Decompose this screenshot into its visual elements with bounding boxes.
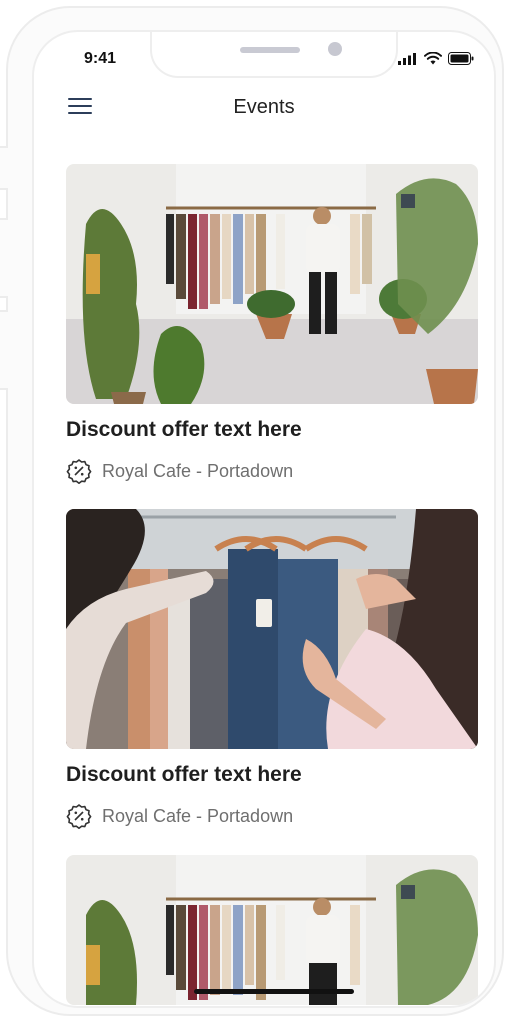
event-location: Royal Cafe - Portadown [66, 803, 478, 829]
event-location: Royal Cafe - Portadown [66, 458, 478, 484]
event-image[interactable] [66, 855, 478, 1005]
event-location-label: Royal Cafe - Portadown [102, 460, 294, 481]
discount-badge-icon [66, 804, 92, 829]
speaker [240, 47, 300, 53]
signal-icon [398, 52, 416, 65]
mute-switch [0, 146, 8, 190]
volume-up-button [0, 218, 8, 298]
status-time: 9:41 [84, 50, 117, 67]
home-indicator[interactable] [194, 989, 354, 994]
volume-down-button [0, 310, 8, 390]
app-header: Events [34, 92, 494, 128]
event-card[interactable] [66, 855, 478, 1005]
wifi-icon [424, 52, 442, 65]
notch [150, 32, 398, 78]
event-image[interactable] [66, 509, 478, 749]
page-title: Events [233, 96, 295, 118]
event-title: Discount offer text here [66, 763, 302, 786]
discount-badge-icon [66, 459, 92, 484]
screen: 9:41 Events Discount offer text here Roy… [32, 30, 496, 1008]
event-location-label: Royal Cafe - Portadown [102, 805, 294, 826]
phone-frame: 9:41 Events Discount offer text here Roy… [0, 6, 504, 1016]
event-card[interactable]: Discount offer text here Royal Cafe - Po… [66, 509, 478, 829]
battery-icon [448, 52, 474, 65]
camera [328, 42, 342, 56]
event-title: Discount offer text here [66, 418, 302, 441]
event-card[interactable]: Discount offer text here Royal Cafe - Po… [66, 164, 478, 484]
status-icons [398, 52, 474, 65]
event-image[interactable] [66, 164, 478, 404]
